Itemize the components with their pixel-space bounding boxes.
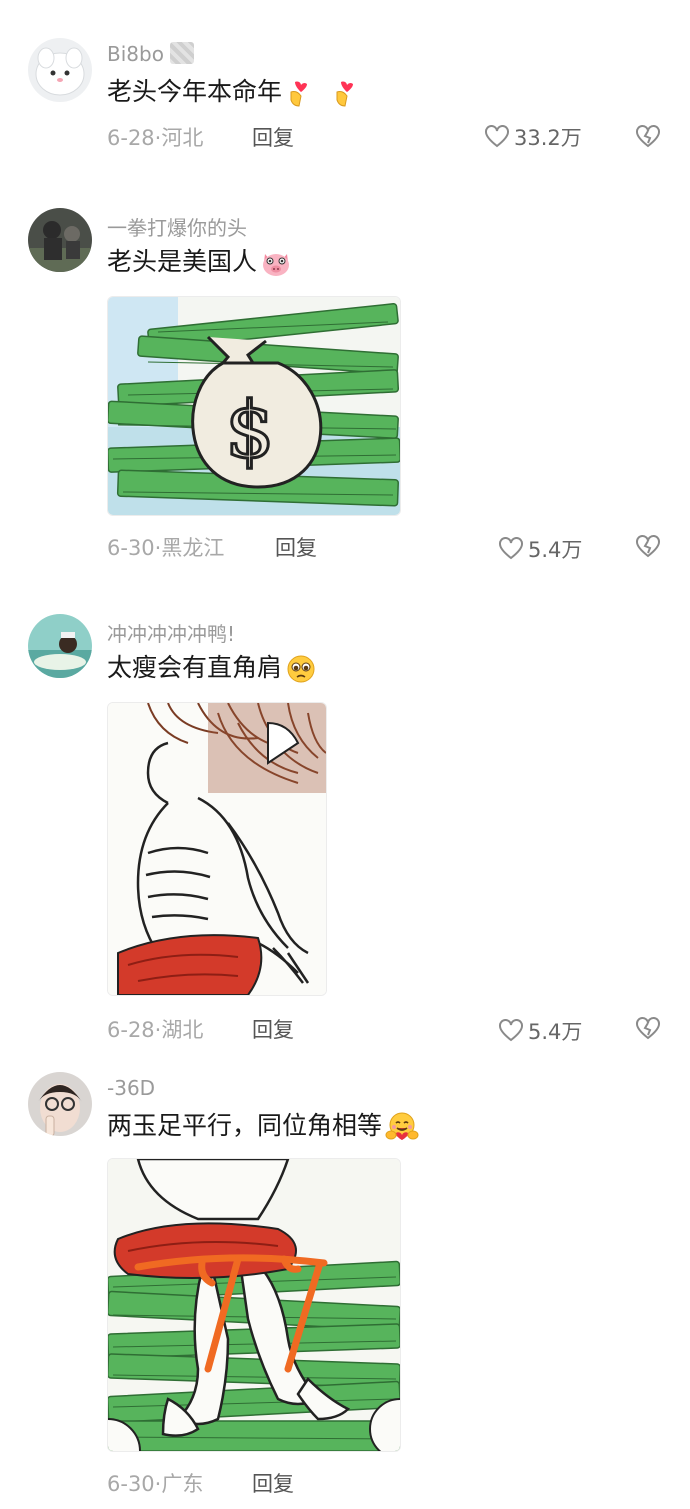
- avatar[interactable]: [28, 1072, 92, 1136]
- like-button[interactable]: 5.4万: [498, 1016, 582, 1046]
- avatar[interactable]: [28, 38, 92, 102]
- comment-text: 老头今年本命年: [107, 72, 357, 108]
- reply-button[interactable]: 回复: [275, 532, 317, 562]
- pleading-face-emoji-icon: [285, 654, 317, 684]
- comment-meta: 6-30·黑龙江: [107, 536, 225, 560]
- comment-text: 老头是美国人: [107, 242, 292, 278]
- comment-text: 太瘦会有直角肩: [107, 648, 317, 684]
- avatar[interactable]: [28, 614, 92, 678]
- username[interactable]: Bi8bo: [107, 42, 195, 66]
- comment-text: 两玉足平行，同位角相等: [107, 1106, 419, 1142]
- username[interactable]: 一拳打爆你的头: [107, 212, 247, 241]
- reply-button[interactable]: 回复: [252, 122, 294, 152]
- blurred-badge-icon: [170, 42, 195, 64]
- comment-meta: 6-28·湖北: [107, 1018, 204, 1042]
- broken-heart-icon[interactable]: [634, 532, 662, 560]
- comment-meta: 6-30·广东: [107, 1472, 204, 1496]
- username[interactable]: 冲冲冲冲冲鸭!: [107, 618, 235, 647]
- username[interactable]: -36D: [107, 1076, 155, 1100]
- comment-meta: 6-28·河北: [107, 126, 204, 150]
- heart-outline-icon: [499, 1019, 523, 1042]
- like-button[interactable]: 33.2万: [484, 122, 582, 152]
- svg-text:$: $: [225, 386, 275, 476]
- pig-face-emoji-icon: [260, 248, 292, 278]
- comment-item: 一拳打爆你的头 老头是美国人 $ 6-30·黑龙江 回复 5.4万: [0, 208, 690, 568]
- comment-item: Bi8bo 老头今年本命年 6-28·河北 回复 33.2万: [0, 38, 690, 158]
- finger-heart-emoji-icon: [285, 78, 311, 108]
- finger-heart-emoji-icon: [331, 78, 357, 108]
- hugging-face-emoji-icon: [385, 1112, 419, 1142]
- comment-item: -36D 两玉足平行，同位角相等 6-30·广东 回复: [0, 1072, 690, 1509]
- like-button[interactable]: 5.4万: [498, 534, 582, 564]
- comment-image[interactable]: [107, 1158, 401, 1452]
- heart-outline-icon: [499, 537, 523, 560]
- avatar[interactable]: [28, 208, 92, 272]
- broken-heart-icon[interactable]: [634, 122, 662, 150]
- reply-button[interactable]: 回复: [252, 1468, 294, 1498]
- comment-image[interactable]: $: [107, 296, 401, 516]
- heart-outline-icon: [485, 125, 509, 148]
- reply-button[interactable]: 回复: [252, 1014, 294, 1044]
- broken-heart-icon[interactable]: [634, 1014, 662, 1042]
- comment-item: 冲冲冲冲冲鸭! 太瘦会有直角肩 6-28·湖北 回复 5.4万: [0, 614, 690, 1044]
- comment-image[interactable]: [107, 702, 327, 996]
